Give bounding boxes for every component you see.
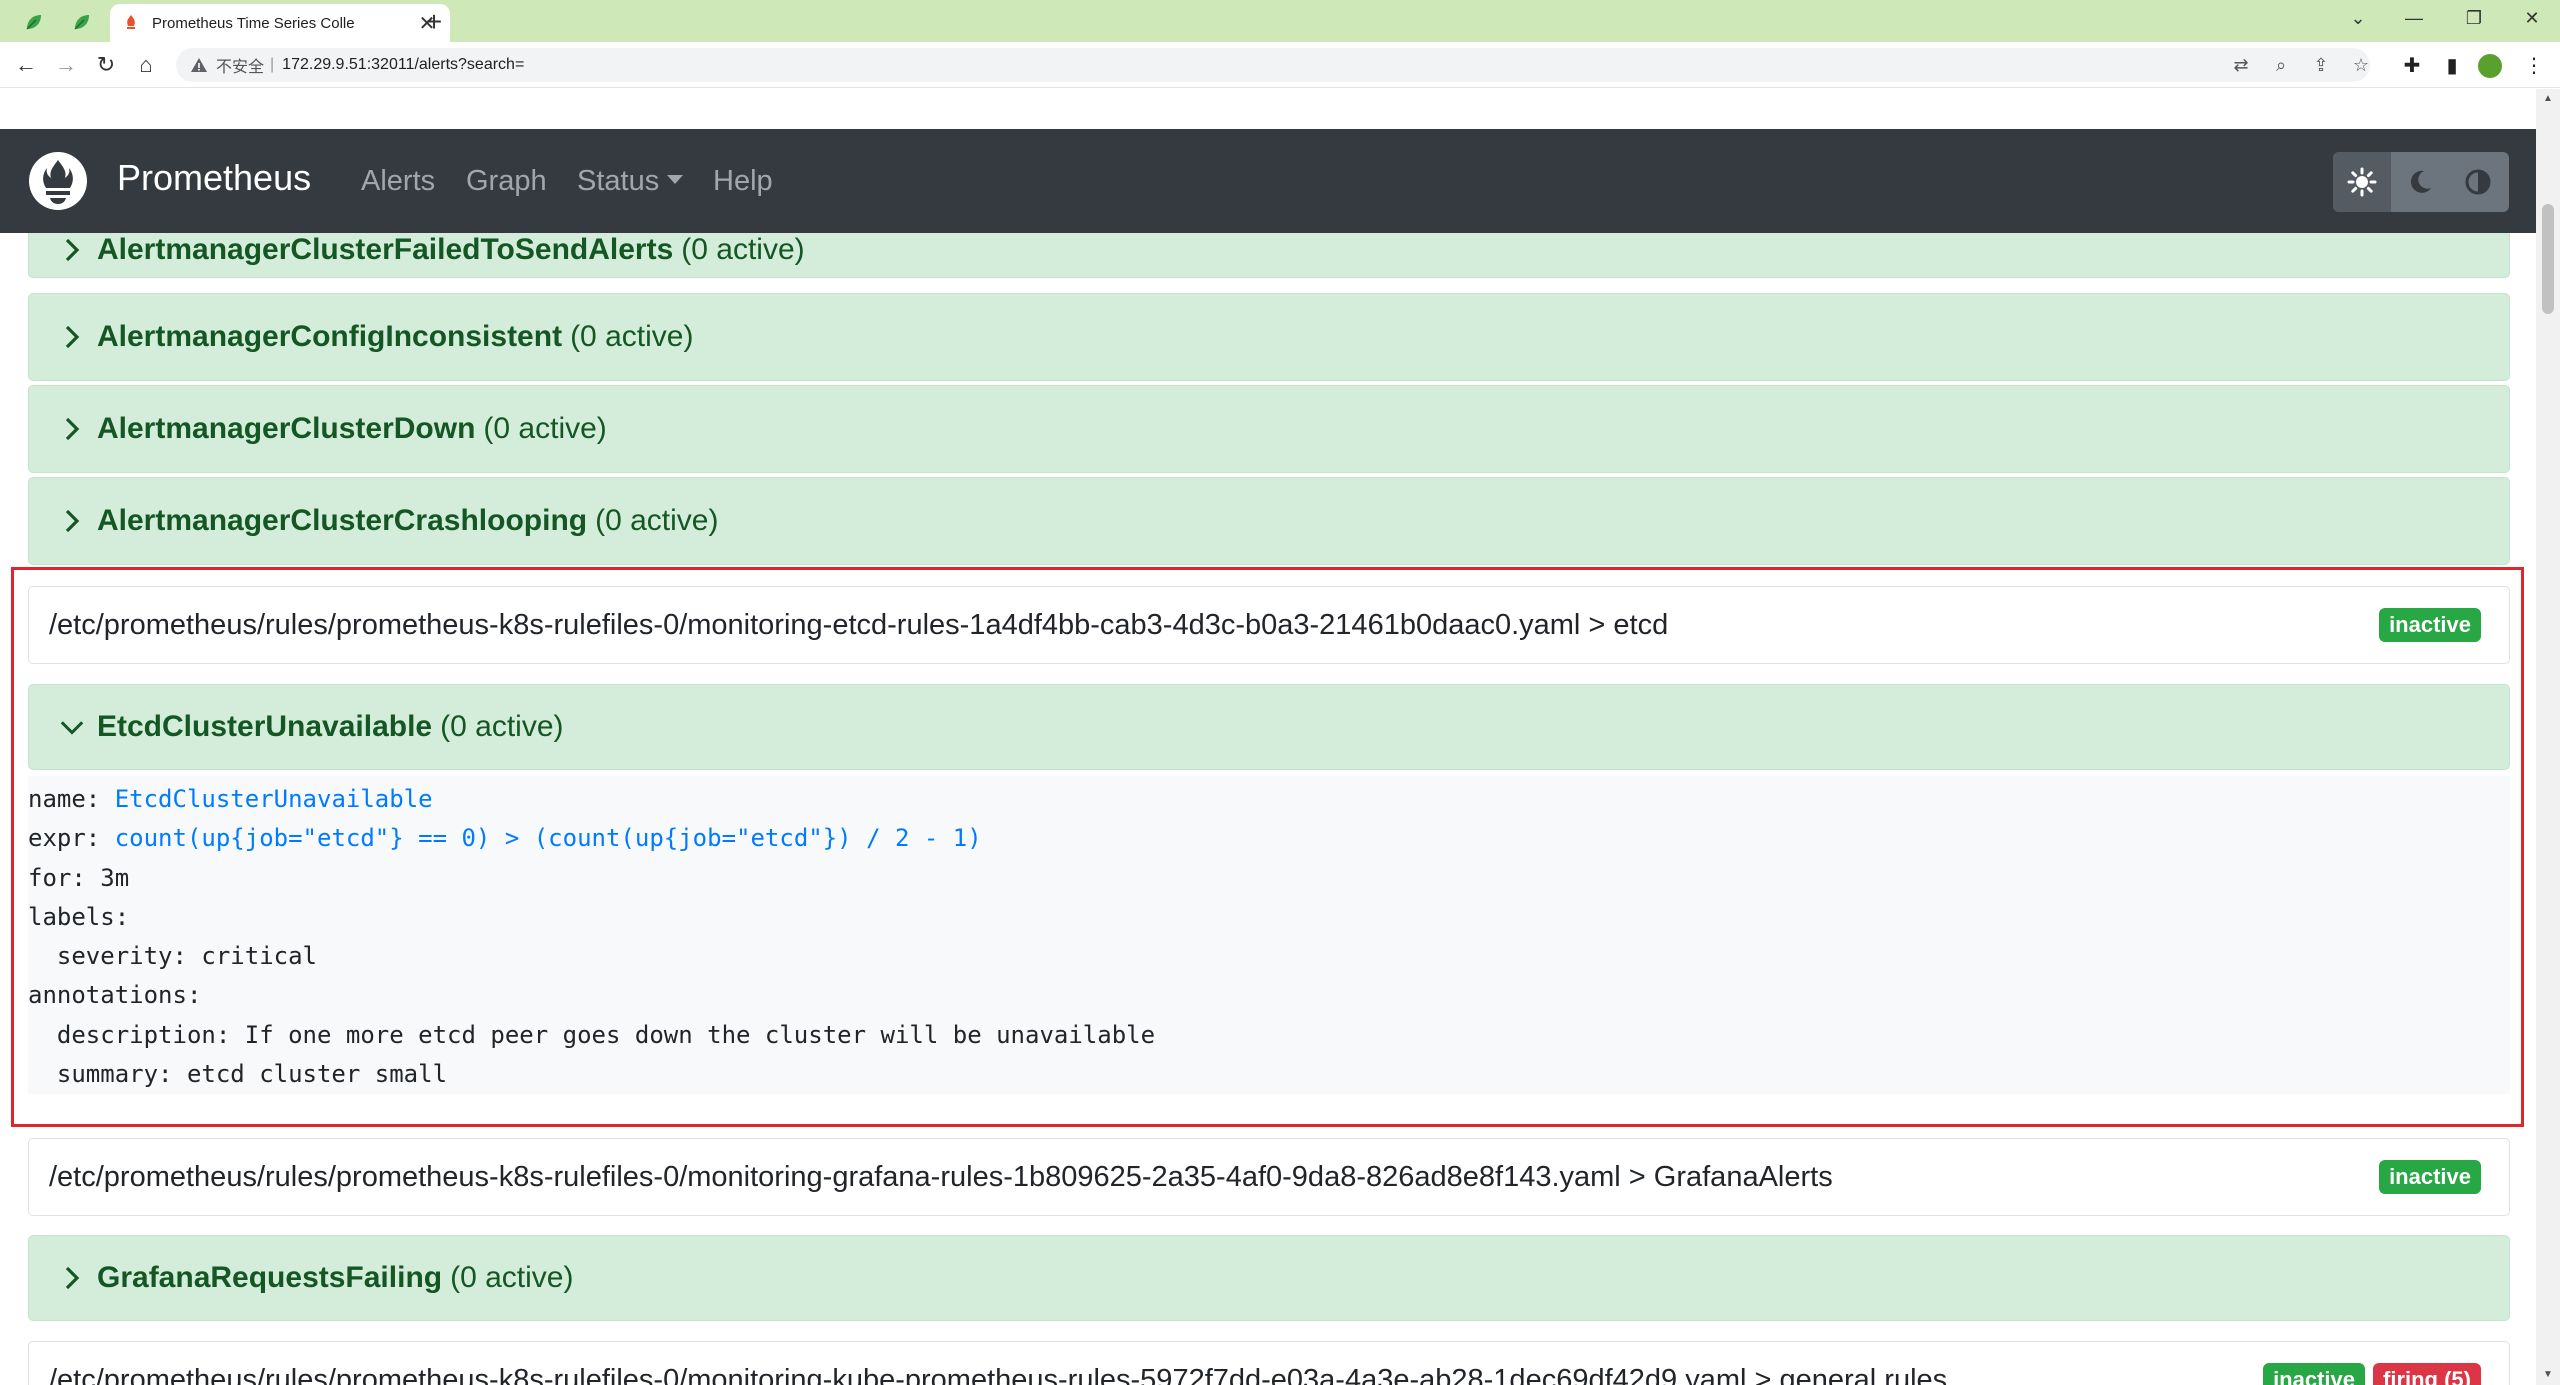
share-icon[interactable]: ⇪ (2306, 50, 2336, 80)
forward-icon[interactable]: → (50, 49, 82, 81)
profile-avatar[interactable] (2478, 54, 2502, 78)
prometheus-logo-icon[interactable] (29, 152, 87, 210)
nav-alerts[interactable]: Alerts (361, 165, 435, 198)
rule-active-count: (0 active) (570, 320, 694, 353)
leaf-icon (26, 15, 41, 30)
chevron-down-icon (59, 714, 85, 740)
chevron-right-icon (59, 237, 85, 263)
rule-name: AlertmanagerConfigInconsistent (97, 320, 563, 353)
rule-name: GrafanaRequestsFailing (97, 1261, 443, 1294)
close-window-icon[interactable]: ✕ (2504, 0, 2560, 36)
chevron-right-icon (59, 1265, 85, 1291)
nav-status[interactable]: Status (577, 165, 684, 198)
prometheus-navbar: Prometheus Alerts Graph Status Help (0, 129, 2536, 233)
chevron-right-icon (59, 508, 85, 534)
scroll-down-icon[interactable]: ▼ (2542, 1369, 2554, 1381)
security-label: 不安全 (216, 59, 265, 76)
rule-def-expr-line: expr: count(up{job="etcd"} == 0) > (coun… (28, 819, 2510, 858)
rule-def-summary-line: summary: etcd cluster small (28, 1060, 448, 1089)
pinned-tab-1[interactable] (14, 6, 54, 38)
reload-icon[interactable]: ↻ (90, 49, 122, 81)
nav-help[interactable]: Help (713, 165, 773, 198)
back-icon[interactable]: ← (10, 49, 42, 81)
page-scrollbar[interactable]: ▲ ▼ (2536, 89, 2560, 1385)
sun-icon (2347, 167, 2377, 197)
rule-group-path: /etc/prometheus/rules/prometheus-k8s-rul… (49, 1160, 1833, 1193)
rule-def-name-line: name: EtcdClusterUnavailable (28, 780, 2510, 819)
nav-graph[interactable]: Graph (466, 165, 547, 198)
new-tab-button[interactable]: + (418, 6, 450, 38)
rule-def-description-line: description: If one more etcd peer goes … (28, 1020, 1156, 1049)
dark-theme-button[interactable] (2391, 152, 2449, 212)
scroll-up-icon[interactable]: ▲ (2542, 93, 2554, 105)
tab-title: Prometheus Time Series Colle (152, 14, 355, 32)
rule-def-severity-line: severity: critical (28, 942, 317, 971)
translate-icon[interactable]: ⇄ (2226, 50, 2256, 80)
pinned-tab-2[interactable] (62, 6, 102, 38)
side-panel-icon[interactable]: ▮ (2436, 50, 2468, 80)
address-bar[interactable]: 不安全 | 172.29.9.51:32011/alerts?search= (176, 48, 2370, 82)
rule-def-labels-line: labels: (28, 902, 130, 931)
rule-def-name-link[interactable]: EtcdClusterUnavailable (115, 785, 433, 813)
rule-active-count: (0 active) (681, 232, 805, 266)
adjust-icon (2465, 169, 2491, 195)
rule-group-path: /etc/prometheus/rules/prometheus-k8s-rul… (49, 1363, 1948, 1385)
rule-row-alertmanagerconfiginconsistent[interactable]: AlertmanagerConfigInconsistent (0 active… (28, 293, 2510, 381)
tab-search-icon[interactable]: ⌄ (2330, 0, 2386, 36)
leaf-icon (74, 15, 89, 30)
rule-def-key: name: (28, 785, 115, 813)
chevron-right-icon (59, 416, 85, 442)
rule-name: AlertmanagerClusterFailedToSendAlerts (97, 232, 674, 266)
status-badge-inactive: inactive (2263, 1363, 2365, 1385)
rule-group-header-general: /etc/prometheus/rules/prometheus-k8s-rul… (28, 1341, 2510, 1385)
browser-tab-strip: Prometheus Time Series Colle ✕ + ⌄ — ❐ ✕ (0, 0, 2560, 42)
warning-icon (191, 58, 207, 72)
home-icon[interactable]: ⌂ (130, 49, 162, 81)
rule-active-count: (0 active) (595, 504, 719, 537)
caret-down-icon (667, 174, 684, 184)
status-badge: inactive (2379, 1160, 2481, 1194)
status-badge: inactive (2379, 608, 2481, 642)
rule-group-header-grafana: /etc/prometheus/rules/prometheus-k8s-rul… (28, 1138, 2510, 1216)
light-theme-button[interactable] (2333, 152, 2391, 212)
prometheus-favicon-icon (127, 15, 135, 29)
active-tab[interactable]: Prometheus Time Series Colle ✕ (110, 4, 450, 42)
rule-active-count: (0 active) (450, 1261, 574, 1294)
menu-icon[interactable]: ⋮ (2518, 50, 2550, 80)
nav-status-label: Status (577, 165, 660, 197)
rule-definition: name: EtcdClusterUnavailable expr: count… (28, 776, 2510, 1094)
minimize-icon[interactable]: — (2386, 0, 2442, 36)
zoom-icon[interactable]: ⌕ (2266, 50, 2296, 80)
rule-active-count: (0 active) (440, 710, 564, 743)
rule-group-path: /etc/prometheus/rules/prometheus-k8s-rul… (49, 608, 1669, 641)
rule-name: AlertmanagerClusterCrashlooping (97, 504, 588, 537)
rule-def-for-line: for: 3m (28, 863, 130, 892)
browser-toolbar: ← → ↻ ⌂ 不安全 | 172.29.9.51:32011/alerts?s… (0, 42, 2560, 88)
theme-toggle-group (2333, 152, 2509, 212)
chevron-right-icon (59, 324, 85, 350)
rule-name: EtcdClusterUnavailable (97, 710, 433, 743)
rule-row-alertmanagerclustercrashlooping[interactable]: AlertmanagerClusterCrashlooping (0 activ… (28, 477, 2510, 565)
bookmark-star-icon[interactable]: ☆ (2346, 50, 2376, 80)
brand-title[interactable]: Prometheus (117, 157, 311, 199)
moon-icon (2410, 170, 2431, 193)
url-separator: | (270, 56, 275, 73)
page-viewport: AlertmanagerClusterFailedToSendAlerts (0… (0, 89, 2560, 1385)
rule-group-header-etcd: /etc/prometheus/rules/prometheus-k8s-rul… (28, 586, 2510, 664)
rule-row-grafanarequestsfailing[interactable]: GrafanaRequestsFailing (0 active) (28, 1235, 2510, 1321)
rule-def-expr-link[interactable]: count(up{job="etcd"} == 0) > (count(up{j… (115, 824, 982, 852)
rule-row-etcdclusterunavailable[interactable]: EtcdClusterUnavailable (0 active) (28, 684, 2510, 770)
scrollbar-thumb[interactable] (2542, 204, 2554, 314)
browser-theme-button[interactable] (2449, 152, 2507, 212)
url-text[interactable]: 172.29.9.51:32011/alerts?search= (282, 56, 524, 74)
rule-def-annotations-line: annotations: (28, 981, 202, 1010)
rule-active-count: (0 active) (483, 412, 607, 445)
rule-row-alertmanagerclusterdown[interactable]: AlertmanagerClusterDown (0 active) (28, 385, 2510, 473)
extensions-icon[interactable]: ✚ (2396, 50, 2428, 80)
restore-icon[interactable]: ❐ (2446, 0, 2502, 36)
rule-def-key: expr: (28, 824, 115, 853)
status-badge-firing: firing (5) (2373, 1363, 2481, 1385)
rule-name: AlertmanagerClusterDown (97, 412, 476, 445)
